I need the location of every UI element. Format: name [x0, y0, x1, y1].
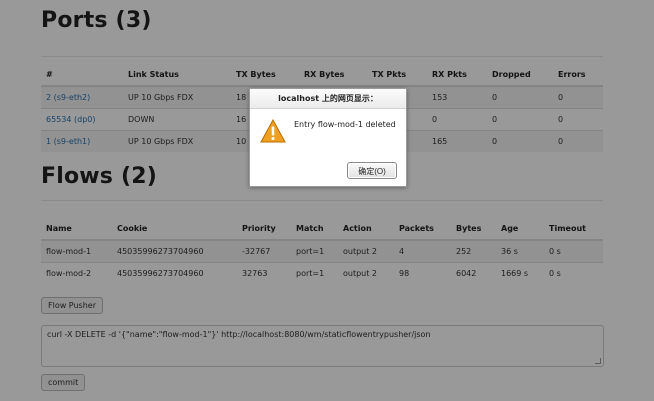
warning-icon — [260, 119, 286, 143]
ok-button[interactable]: 确定(O) — [347, 162, 397, 179]
dialog-title: localhost 上的网页显示： — [250, 89, 406, 109]
modal-overlay — [0, 0, 654, 401]
alert-dialog: localhost 上的网页显示： Entry flow-mod-1 delet… — [249, 88, 407, 187]
dialog-message: Entry flow-mod-1 deleted — [294, 120, 396, 129]
